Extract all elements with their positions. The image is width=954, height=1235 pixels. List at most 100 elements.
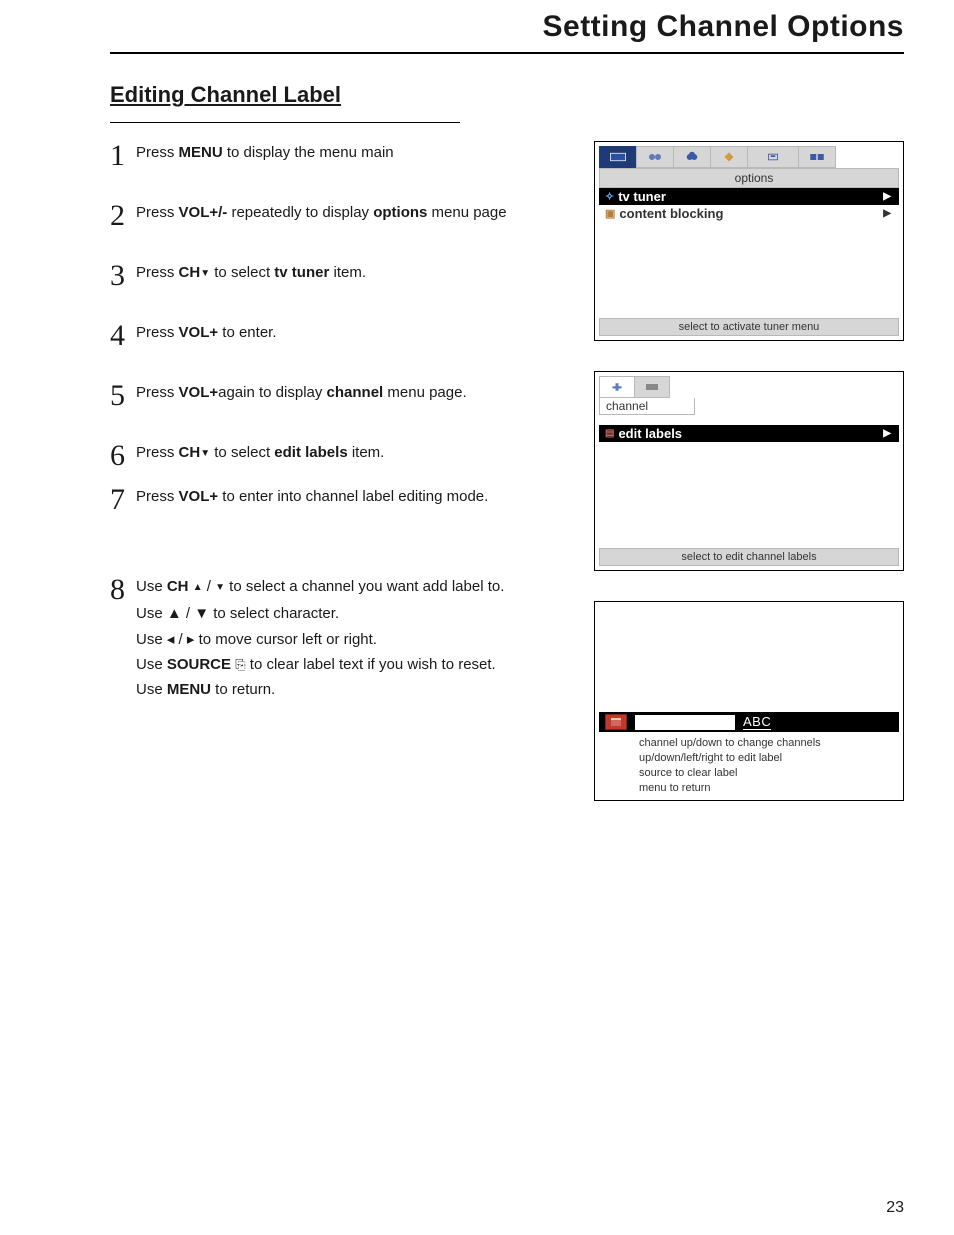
tab-icon-2 <box>636 146 674 168</box>
step-number: 4 <box>110 321 136 351</box>
arrow-right-icon: ▶ <box>883 191 891 202</box>
keyword-vol: VOL+/- <box>179 204 228 221</box>
tab-row <box>599 376 899 398</box>
status-bar: select to activate tuner menu <box>599 318 899 336</box>
help-line: channel up/down to change channels <box>639 736 903 751</box>
text: Press <box>136 444 179 461</box>
screenshot-label-editor: ABC channel up/down to change channels u… <box>594 601 904 801</box>
bulb-icon: ✧ <box>605 190 614 203</box>
keyword-vol-plus: VOL+ <box>179 324 219 341</box>
step-8-line3: Use ◂ / ▸ to move cursor left or right. <box>136 628 570 651</box>
text: Press <box>136 144 179 161</box>
lock-icon: ▣ <box>605 207 615 220</box>
tab-other-icon <box>634 376 670 398</box>
list-icon: ▤ <box>605 428 614 439</box>
keyword-source: SOURCE <box>167 656 231 673</box>
tab-icon-5 <box>747 146 799 168</box>
text: to enter. <box>218 324 276 341</box>
text: Use <box>136 578 167 595</box>
menu-item-content-blocking: ▣ content blocking ▶ <box>599 205 899 222</box>
step-6: 6 Press CH▼ to select edit labels item. <box>110 441 570 471</box>
step-number: 3 <box>110 261 136 291</box>
page-title: Setting Channel Options <box>110 10 904 44</box>
step-number: 7 <box>110 485 136 515</box>
text: Press <box>136 384 179 401</box>
menu-label: edit labels <box>618 426 682 441</box>
menu-label: content blocking <box>619 206 723 221</box>
step-4: 4 Press VOL+ to enter. <box>110 321 570 351</box>
text: menu page <box>427 204 506 221</box>
channel-chip-icon <box>605 714 627 730</box>
label-input-field <box>635 715 735 730</box>
help-line: source to clear label <box>639 766 903 781</box>
keyword-menu: MENU <box>167 681 211 698</box>
instruction-steps: 1 Press MENU to display the menu main 2 … <box>110 141 570 733</box>
text: to enter into channel label editing mode… <box>218 488 488 505</box>
keyword-vol-plus: VOL+ <box>179 488 219 505</box>
tab-icon-4 <box>710 146 748 168</box>
keyword-options: options <box>373 204 427 221</box>
step-7: 7 Press VOL+ to enter into channel label… <box>110 485 570 515</box>
text: to return. <box>211 681 275 698</box>
menu-label: tv tuner <box>618 189 666 204</box>
screenshot-channel-menu: channel ▤ edit labels ▶ select to edit ch… <box>594 371 904 571</box>
text: item. <box>348 444 385 461</box>
step-5: 5 Press VOL+again to display channel men… <box>110 381 570 411</box>
text: to clear label text if you wish to reset… <box>246 656 496 673</box>
keyword-ch: CH <box>179 264 201 281</box>
tab-icon-1 <box>599 146 637 168</box>
text: Use <box>136 681 167 698</box>
step-2: 2 Press VOL+/- repeatedly to display opt… <box>110 201 570 231</box>
keyword-channel: channel <box>327 384 384 401</box>
keyword-edit-labels: edit labels <box>274 444 347 461</box>
triangle-down-icon: ▼ <box>215 582 225 593</box>
step-number: 6 <box>110 441 136 471</box>
help-line: menu to return <box>639 781 903 796</box>
step-number: 2 <box>110 201 136 231</box>
keyword-menu: MENU <box>179 144 223 161</box>
step-number: 1 <box>110 141 136 171</box>
step-1: 1 Press MENU to display the menu main <box>110 141 570 171</box>
keyword-tv-tuner: tv tuner <box>274 264 329 281</box>
step-number: 8 <box>110 575 136 605</box>
triangle-down-icon: ▼ <box>200 268 210 279</box>
tab-icon-6 <box>798 146 836 168</box>
title-rule <box>110 52 904 54</box>
keyword-vol-plus: VOL+ <box>179 384 219 401</box>
step-8-line2: Use ▲ / ▼ to select character. <box>136 602 570 625</box>
text: item. <box>329 264 366 281</box>
status-bar: select to edit channel labels <box>599 548 899 566</box>
step-8: 8 Use CH ▲ / ▼ to select a channel you w… <box>110 575 570 703</box>
text: Use <box>136 656 167 673</box>
text: menu page. <box>383 384 466 401</box>
section-title: Editing Channel Label <box>110 82 904 108</box>
label-preview: ABC <box>743 714 771 730</box>
screenshot-column: options ✧tv tuner ▶ ▣content blocking ▶ … <box>594 141 904 831</box>
arrow-right-icon: ▶ <box>883 428 891 439</box>
text: Press <box>136 264 179 281</box>
step-number: 5 <box>110 381 136 411</box>
help-line: up/down/left/right to edit label <box>639 751 903 766</box>
text: again to display <box>218 384 326 401</box>
text: Press <box>136 324 179 341</box>
text: to select <box>210 264 274 281</box>
section-rule <box>110 122 460 123</box>
text: to display the menu main <box>223 144 394 161</box>
triangle-down-icon: ▼ <box>200 448 210 459</box>
text: to select a channel you want add label t… <box>225 578 504 595</box>
text: Press <box>136 488 179 505</box>
arrow-right-icon: ▶ <box>883 208 891 219</box>
text: Press <box>136 204 179 221</box>
menu-item-tv-tuner: ✧ tv tuner ▶ <box>599 188 899 205</box>
text: to select <box>210 444 274 461</box>
step-3: 3 Press CH▼ to select tv tuner item. <box>110 261 570 291</box>
source-icon: ⎘ <box>235 657 245 672</box>
tab-caption-options: options <box>599 168 899 188</box>
page-number: 23 <box>886 1199 904 1217</box>
screenshot-options-menu: options ✧tv tuner ▶ ▣content blocking ▶ … <box>594 141 904 341</box>
tab-channel-icon <box>599 376 635 398</box>
tab-caption-channel: channel <box>599 398 695 415</box>
triangle-up-icon: ▲ <box>193 582 203 593</box>
menu-item-edit-labels: ▤ edit labels ▶ <box>599 425 899 442</box>
keyword-ch: CH <box>179 444 201 461</box>
